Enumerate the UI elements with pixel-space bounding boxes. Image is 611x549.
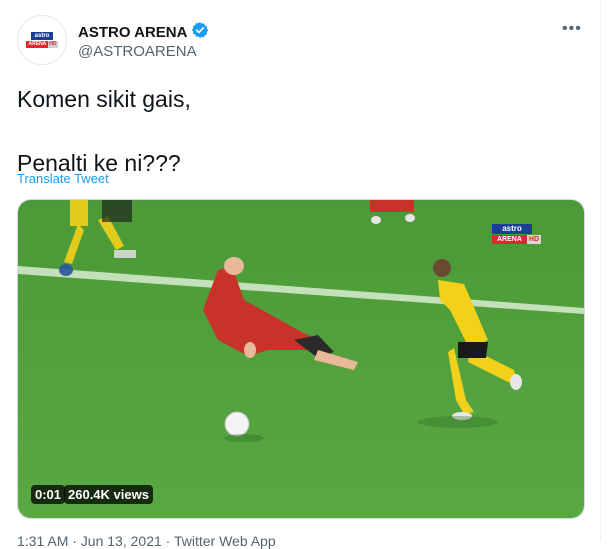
tweet-text: Komen sikit gais, Penalti ke ni??? [17, 86, 191, 177]
video-time-badge: 0:01 [31, 485, 66, 504]
tweet-text-line-1: Komen sikit gais, [17, 86, 191, 112]
broadcaster-logo-arena: ARENA [492, 235, 527, 244]
avatar-logo-bottom: ARENA HD [26, 41, 58, 48]
author-name-row: ASTRO ARENA [78, 21, 209, 44]
tweet-meta[interactable]: 1:31 AM · Jun 13, 2021 · Twitter Web App [17, 533, 276, 549]
video-views-badge: 260.4K views [64, 485, 153, 504]
video-frame [18, 200, 584, 518]
verified-badge-icon [191, 21, 209, 44]
translate-tweet-link[interactable]: Translate Tweet [17, 171, 109, 186]
avatar-logo-arena: ARENA [26, 41, 49, 48]
author-name[interactable]: ASTRO ARENA [78, 24, 187, 41]
broadcaster-logo-bottom: ARENA HD [492, 235, 550, 244]
broadcaster-logo-top: astro [492, 224, 532, 234]
tweet-card: astro ARENA HD ASTRO ARENA @ASTROARENA •… [0, 0, 601, 549]
avatar-logo-top: astro [30, 32, 54, 40]
avatar-logo-hd: HD [48, 41, 58, 48]
broadcaster-logo-hd: HD [526, 235, 542, 244]
author-handle[interactable]: @ASTROARENA [78, 43, 197, 60]
broadcaster-logo: astro ARENA HD [492, 224, 550, 244]
video-player[interactable]: astro ARENA HD 0:01 260.4K views [17, 199, 585, 519]
avatar[interactable]: astro ARENA HD [17, 15, 67, 65]
more-options-icon[interactable]: ••• [562, 21, 582, 37]
